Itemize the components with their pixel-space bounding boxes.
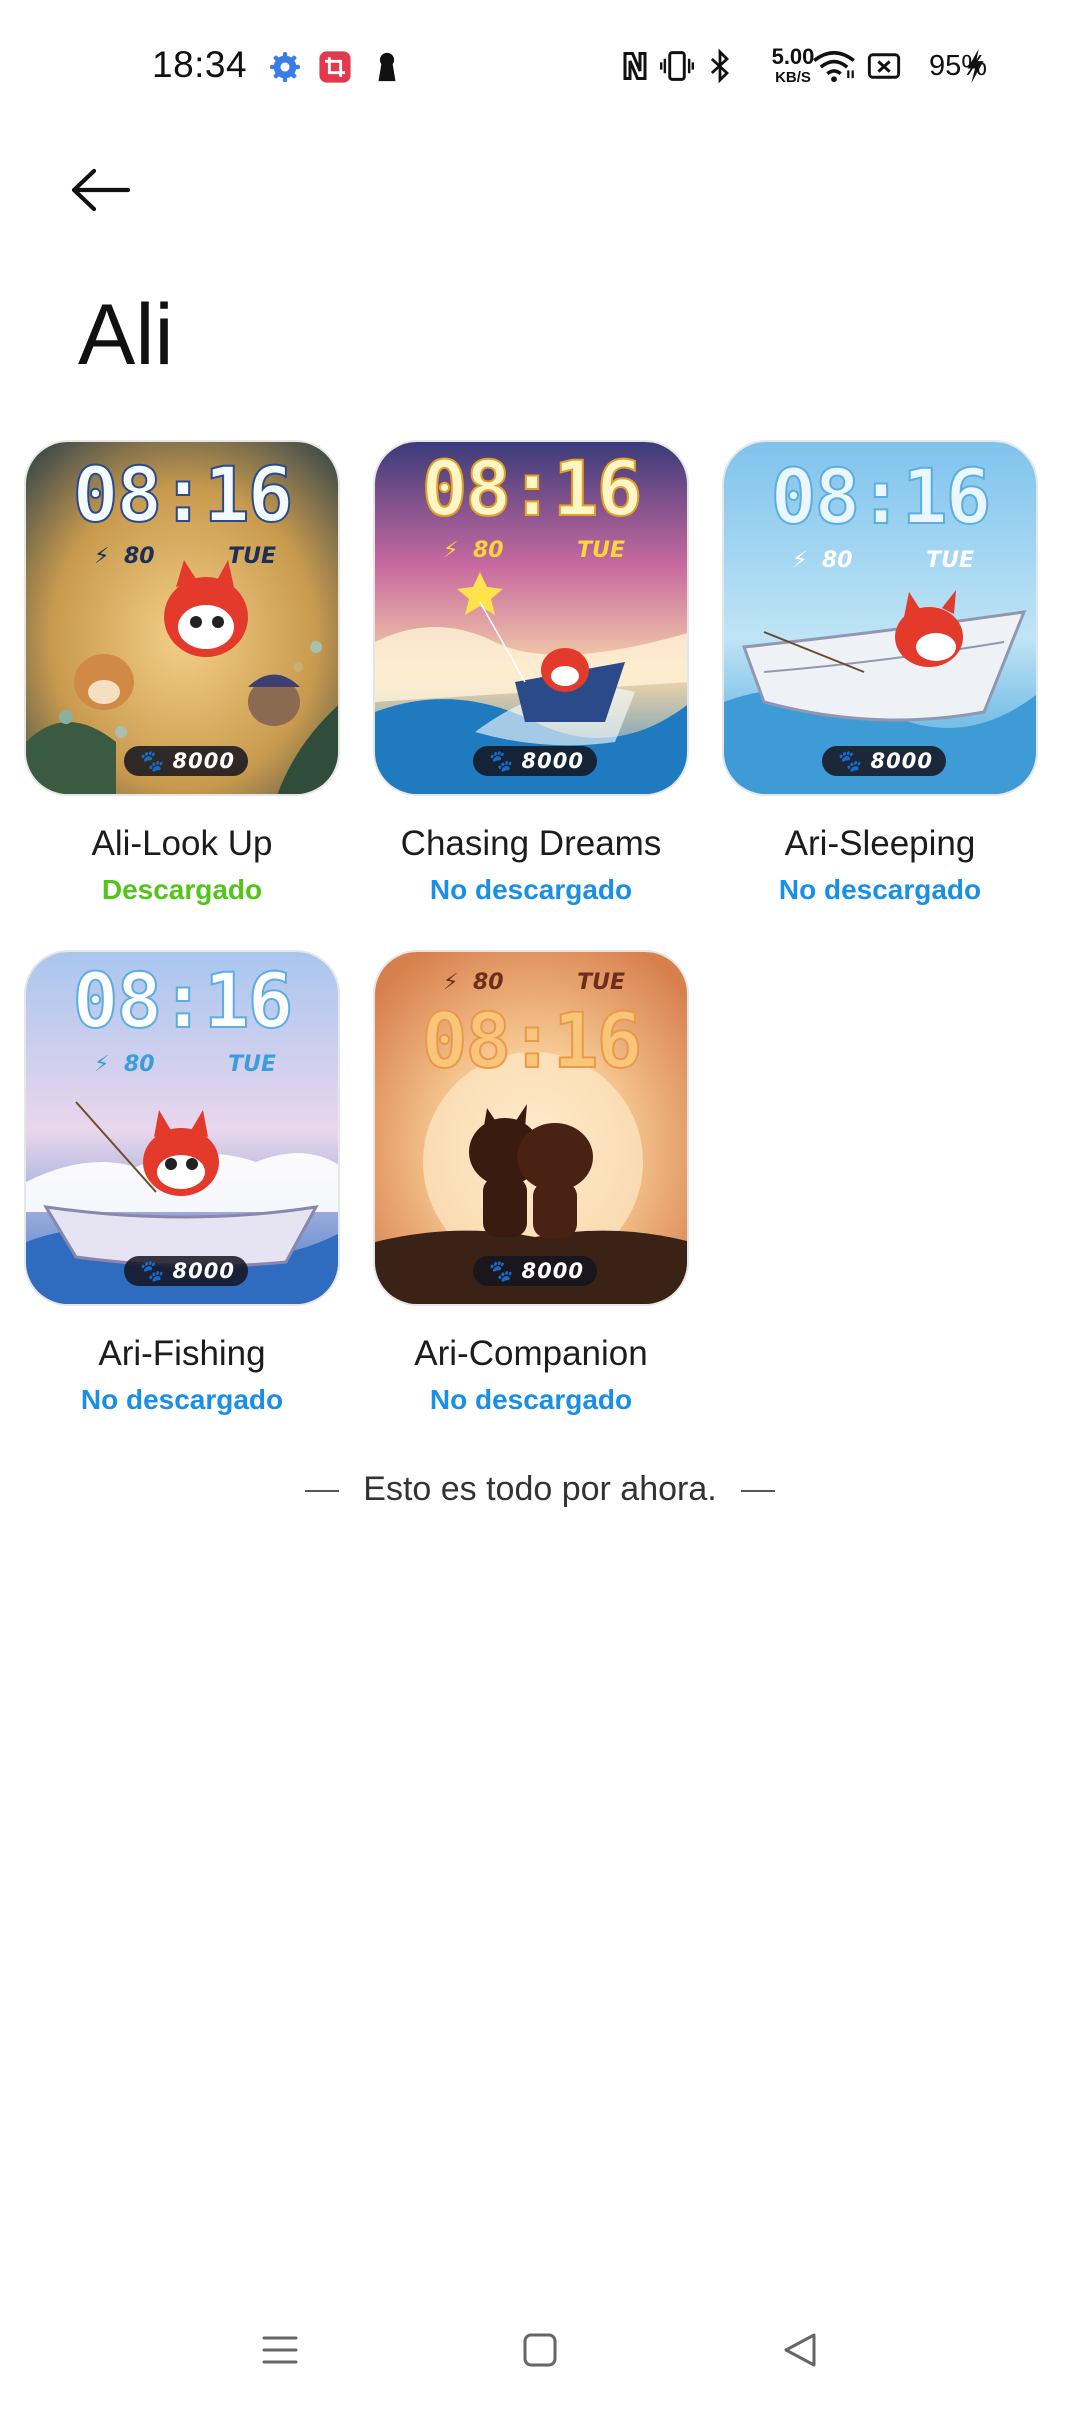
lightning-icon: ⚡ [94,544,110,569]
watch-face-battery: 80 [124,1052,155,1077]
watch-face-steps-value: 8000 [172,1259,235,1283]
divider-left [305,1490,340,1493]
watch-face-day: TUE [228,544,276,569]
paw-icon: 🐾 [486,1259,522,1283]
watch-face-steps: 🐾 8000 [822,746,946,776]
watch-face-name: Ali-Look Up [91,824,273,863]
watch-face-steps: 🐾 8000 [473,1256,597,1286]
watch-face-thumbnail[interactable]: 08:16 ⚡ 80 TUE 🐾 8000 [24,950,340,1306]
watch-face-name: Ari-Sleeping [784,824,976,863]
watch-face-steps-value: 8000 [172,749,235,773]
watch-face-battery: 80 [473,538,504,563]
watch-face-steps: 🐾 8000 [473,746,597,776]
bluetooth-icon [710,48,730,84]
lightning-icon: ⚡ [443,970,459,995]
watch-face-status: Descargado [101,874,263,905]
watch-face-name: Chasing Dreams [400,824,662,863]
vibrate-icon [660,51,694,81]
end-of-list-note: Esto es todo por ahora. [0,1470,1080,1509]
watch-face-thumbnail[interactable]: 08:16 ⚡ 80 TUE 🐾 8000 [722,440,1038,796]
lightning-icon: ⚡ [443,538,459,563]
end-of-list-text: Esto es todo por ahora. [363,1470,717,1508]
paw-icon: 🐾 [137,749,173,773]
watch-face-card-chasing-dreams[interactable]: 08:16 ⚡ 80 TUE 🐾 8000 Chasing Dreams No … [371,440,691,906]
watch-face-status: No descargado [778,874,982,905]
page-title: Ali [78,287,174,383]
charging-icon [967,48,984,84]
status-time: 18:34 [152,44,248,85]
lightning-icon: ⚡ [792,548,808,573]
battery-saver-icon [867,53,901,79]
menu-icon [262,2336,298,2364]
gear-icon [270,52,300,82]
watch-face-card-ari-fishing[interactable]: 08:16 ⚡ 80 TUE 🐾 8000 Ari-Fishing No des… [22,950,342,1416]
back-button[interactable] [70,150,170,230]
arrow-left-icon [71,168,131,212]
watch-face-status: No descargado [80,1384,284,1415]
watch-face-time: 08:16 [421,995,644,1086]
wifi-icon [813,51,855,83]
paw-icon: 🐾 [486,749,522,773]
watch-face-name: Ari-Companion [414,1334,648,1373]
watch-face-day: TUE [577,538,625,563]
back-triangle-icon [784,2333,816,2367]
divider-right [740,1490,775,1493]
watch-face-time: 08:16 [770,451,993,542]
watch-face-thumbnail[interactable]: 08:16 ⚡ 80 TUE 🐾 8000 [24,440,340,796]
watch-face-steps: 🐾 8000 [124,746,248,776]
watch-face-battery: 80 [473,970,504,995]
watch-face-time: 08:16 [72,449,295,540]
watch-face-day: TUE [577,970,625,995]
watch-face-steps-value: 8000 [521,1259,584,1283]
nav-home-button[interactable] [500,2310,580,2390]
nfc-icon [623,52,647,80]
crop-icon [319,51,351,83]
watch-face-card-ari-companion[interactable]: ⚡ 80 TUE 08:16 🐾 8000 Ari-Companion No d… [371,950,691,1416]
keyhole-icon [378,52,396,82]
watch-face-card-ali-look-up[interactable]: 08:16 ⚡ 80 TUE 🐾 8000 Ali-Look Up Descar… [22,440,342,906]
watch-face-battery: 80 [124,544,155,569]
nav-back-button[interactable] [760,2310,840,2390]
paw-icon: 🐾 [835,749,871,773]
watch-face-day: TUE [926,548,974,573]
lightning-icon: ⚡ [94,1052,110,1077]
watch-face-thumbnail[interactable]: ⚡ 80 TUE 08:16 🐾 8000 [373,950,689,1306]
home-icon [523,2333,557,2367]
watch-face-thumbnail[interactable]: 08:16 ⚡ 80 TUE 🐾 8000 [373,440,689,796]
watch-face-day: TUE [228,1052,276,1077]
nav-menu-button[interactable] [240,2310,320,2390]
status-bar: 18:34 5.00 KB/S 95% [0,0,1080,140]
watch-face-status: No descargado [429,874,633,905]
watch-face-status: No descargado [429,1384,633,1415]
watch-face-time: 08:16 [72,955,295,1046]
watch-face-battery: 80 [822,548,853,573]
watch-face-steps-value: 8000 [870,749,933,773]
watch-face-card-ari-sleeping[interactable]: 08:16 ⚡ 80 TUE 🐾 8000 Ari-Sleeping No de… [720,440,1040,906]
watch-face-steps-value: 8000 [521,749,584,773]
watch-face-time: 08:16 [421,443,644,534]
paw-icon: 🐾 [137,1259,173,1283]
watch-face-name: Ari-Fishing [98,1334,266,1373]
watch-face-steps: 🐾 8000 [124,1256,248,1286]
